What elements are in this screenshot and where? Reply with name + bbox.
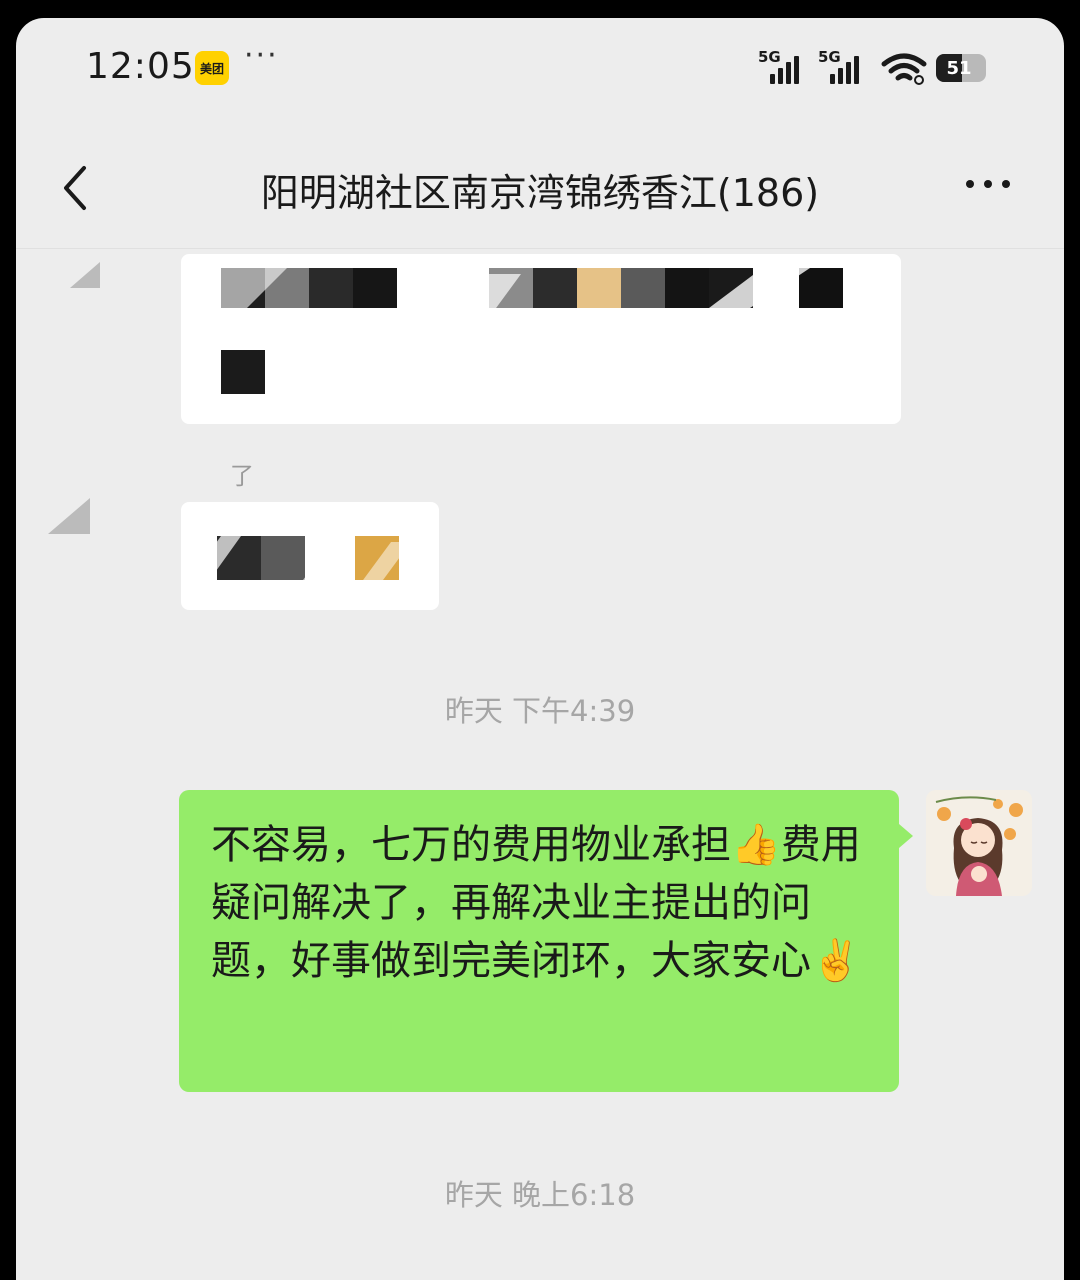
bubble-tail: [899, 824, 913, 848]
wifi-icon: [881, 53, 927, 85]
chat-header: 阳明湖社区南京湾锦绣香江(186): [16, 128, 1064, 249]
self-avatar[interactable]: [926, 790, 1032, 896]
girl-illustration-avatar: [926, 790, 1032, 896]
obscured-message-bubble: [181, 502, 439, 610]
sent-message-text: 不容易，七万的费用物业承担👍费用疑问解决了，再解决业主提出的问题，好事做到完美闭…: [211, 822, 861, 984]
chat-title: 阳明湖社区南京湾锦绣香江(186): [260, 171, 820, 215]
status-time: 12:05: [86, 46, 195, 87]
battery-icon: 51: [936, 54, 986, 82]
member-avatar-obscured[interactable]: [60, 242, 140, 322]
mosaic-redaction: [181, 254, 961, 424]
chevron-left-icon[interactable]: [56, 158, 96, 218]
signal-icon: 5G: [758, 48, 806, 84]
status-bar: 12:05 美团 ··· 5G 5G 51: [16, 18, 1064, 128]
message-timestamp: 昨天 晚上6:18: [444, 1178, 636, 1212]
status-more-icon: ···: [244, 38, 279, 73]
mosaic-redaction: [181, 522, 411, 610]
member-avatar-obscured[interactable]: [44, 474, 124, 554]
meituan-app-icon: 美团: [195, 51, 229, 85]
obscured-message-bubble: [181, 254, 961, 424]
battery-label: 51: [946, 57, 972, 79]
more-horizontal-icon[interactable]: [958, 158, 1018, 208]
message-timestamp: 昨天 下午4:39: [444, 694, 636, 728]
sender-name-fragment: 了: [230, 462, 254, 490]
sent-message-bubble[interactable]: 不容易，七万的费用物业承担👍费用疑问解决了，再解决业主提出的问题，好事做到完美闭…: [179, 790, 913, 1092]
signal-icon: 5G: [818, 48, 866, 84]
chat-screen: 12:05 美团 ··· 5G 5G 51 阳明湖社区南京湾锦绣香江(186) …: [16, 18, 1064, 1280]
